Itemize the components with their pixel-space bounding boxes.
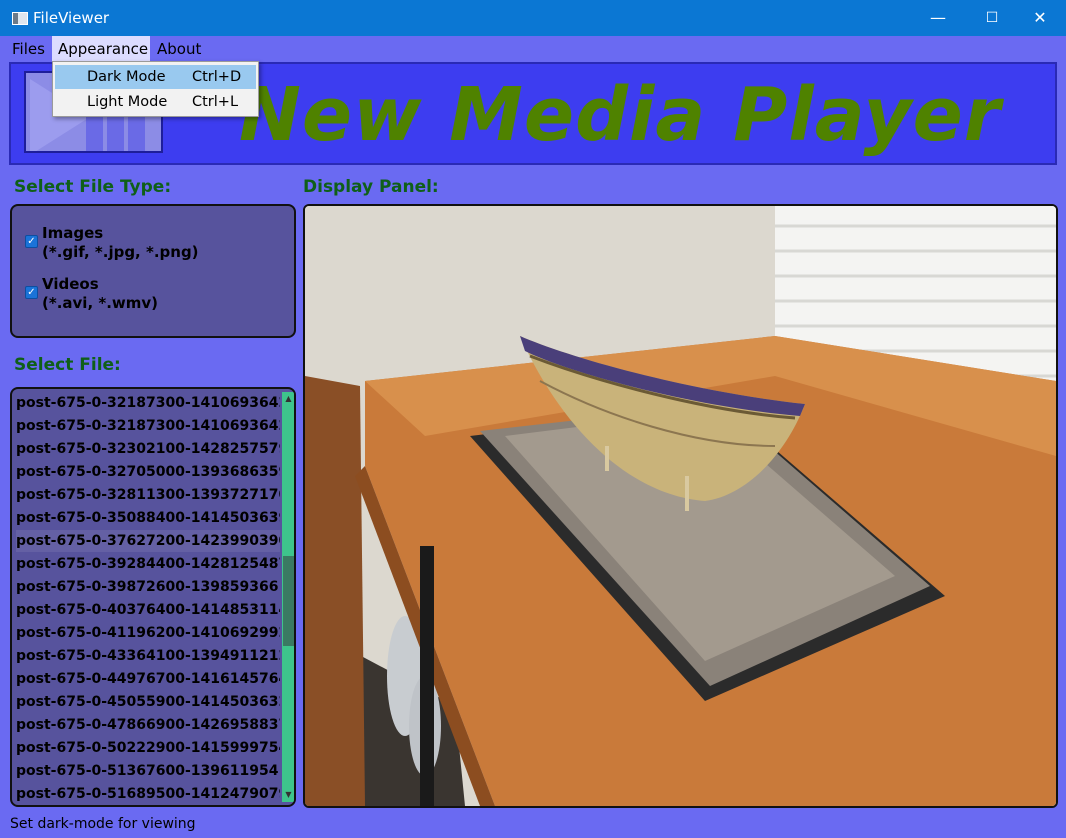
list-item[interactable]: post-675-0-32705000-1393686359_thumb.jpg [16,461,280,483]
menu-files[interactable]: Files [6,36,51,62]
displayed-image [305,206,1056,806]
list-item[interactable]: post-675-0-32187300-1410693642_thumb.jpg [16,415,280,437]
file-type-heading: Select File Type: [14,177,172,197]
scroll-down-icon[interactable]: ▼ [282,788,294,802]
list-item[interactable]: post-675-0-43364100-1394911212_thumb.jpg [16,645,280,667]
scroll-thumb[interactable] [283,556,294,646]
list-item[interactable]: post-675-0-32187300-1410693642_thumb.jpg [16,392,280,414]
list-item[interactable]: post-675-0-39872600-1398593661_thumb.jpg [16,576,280,598]
list-item[interactable]: post-675-0-35088400-1414503639_thumb.jpg [16,507,280,529]
list-item[interactable]: post-675-0-32811300-1393727170_thumb.jpg [16,484,280,506]
scroll-up-icon[interactable]: ▲ [282,392,294,406]
list-item[interactable]: post-675-0-32302100-1428257579_thumb.jpg [16,438,280,460]
minimize-button[interactable]: — [915,0,961,36]
window-title: FileViewer [33,9,110,27]
light-mode-shortcut: Ctrl+L [192,94,239,110]
images-checkbox[interactable]: ✓ [25,235,38,248]
videos-option-label[interactable]: Videos (*.avi, *.wmv) [42,275,158,313]
file-list[interactable]: post-675-0-32187300-1410693642_thumb.jpg… [10,387,296,807]
videos-extensions: (*.avi, *.wmv) [42,294,159,312]
dark-mode-shortcut: Ctrl+D [192,69,242,85]
menu-item-light-mode[interactable]: Light Mode Ctrl+L [55,90,256,114]
file-list-heading: Select File: [14,355,121,375]
list-item[interactable]: post-675-0-37627200-1423990390_thumb.jpg [16,530,280,552]
display-panel [303,204,1058,808]
display-panel-heading: Display Panel: [303,177,439,197]
list-item[interactable]: post-675-0-50222900-1415999754_thumb.jpg [16,737,280,759]
dark-mode-label: Dark Mode [87,69,166,85]
list-item[interactable]: post-675-0-45055900-1414503632_thumb.jpg [16,691,280,713]
list-item[interactable]: post-675-0-44976700-1416145764_thumb.jpg [16,668,280,690]
menu-appearance[interactable]: Appearance [52,36,150,62]
banner-title: New Media Player [239,72,1002,158]
menu-about[interactable]: About [151,36,207,62]
videos-label: Videos [42,275,99,293]
file-type-panel: ✓ Images (*.gif, *.jpg, *.png) ✓ Videos … [10,204,296,338]
title-bar: FileViewer — ☐ ✕ [0,0,1066,36]
close-button[interactable]: ✕ [1017,0,1063,36]
maximize-button[interactable]: ☐ [969,0,1015,36]
menu-item-dark-mode[interactable]: Dark Mode Ctrl+D [55,65,256,89]
list-item[interactable]: post-675-0-41196200-1410692992_thumb.jpg [16,622,280,644]
list-item[interactable]: post-675-0-47866900-1426958837_thumb.jpg [16,714,280,736]
list-item[interactable]: post-675-0-39284400-1428125487_thumb.jpg [16,553,280,575]
light-mode-label: Light Mode [87,94,168,110]
images-extensions: (*.gif, *.jpg, *.png) [42,243,199,261]
list-item[interactable]: post-675-0-51367600-1396119541_thumb.jpg [16,760,280,782]
list-item[interactable]: post-675-0-40376400-1414853114_thumb.jpg [16,599,280,621]
videos-checkbox[interactable]: ✓ [25,286,38,299]
images-label: Images [42,224,104,242]
appearance-dropdown: Dark Mode Ctrl+D Light Mode Ctrl+L [52,61,259,117]
status-bar: Set dark-mode for viewing [10,816,196,832]
list-item[interactable]: post-675-0-51689500-1412479079_thumb.jpg [16,783,280,805]
images-option-label[interactable]: Images (*.gif, *.jpg, *.png) [42,224,199,262]
file-list-scrollbar[interactable]: ▲ ▼ [282,392,294,802]
app-icon [12,12,28,25]
menu-bar: Files Appearance About [0,36,1066,62]
